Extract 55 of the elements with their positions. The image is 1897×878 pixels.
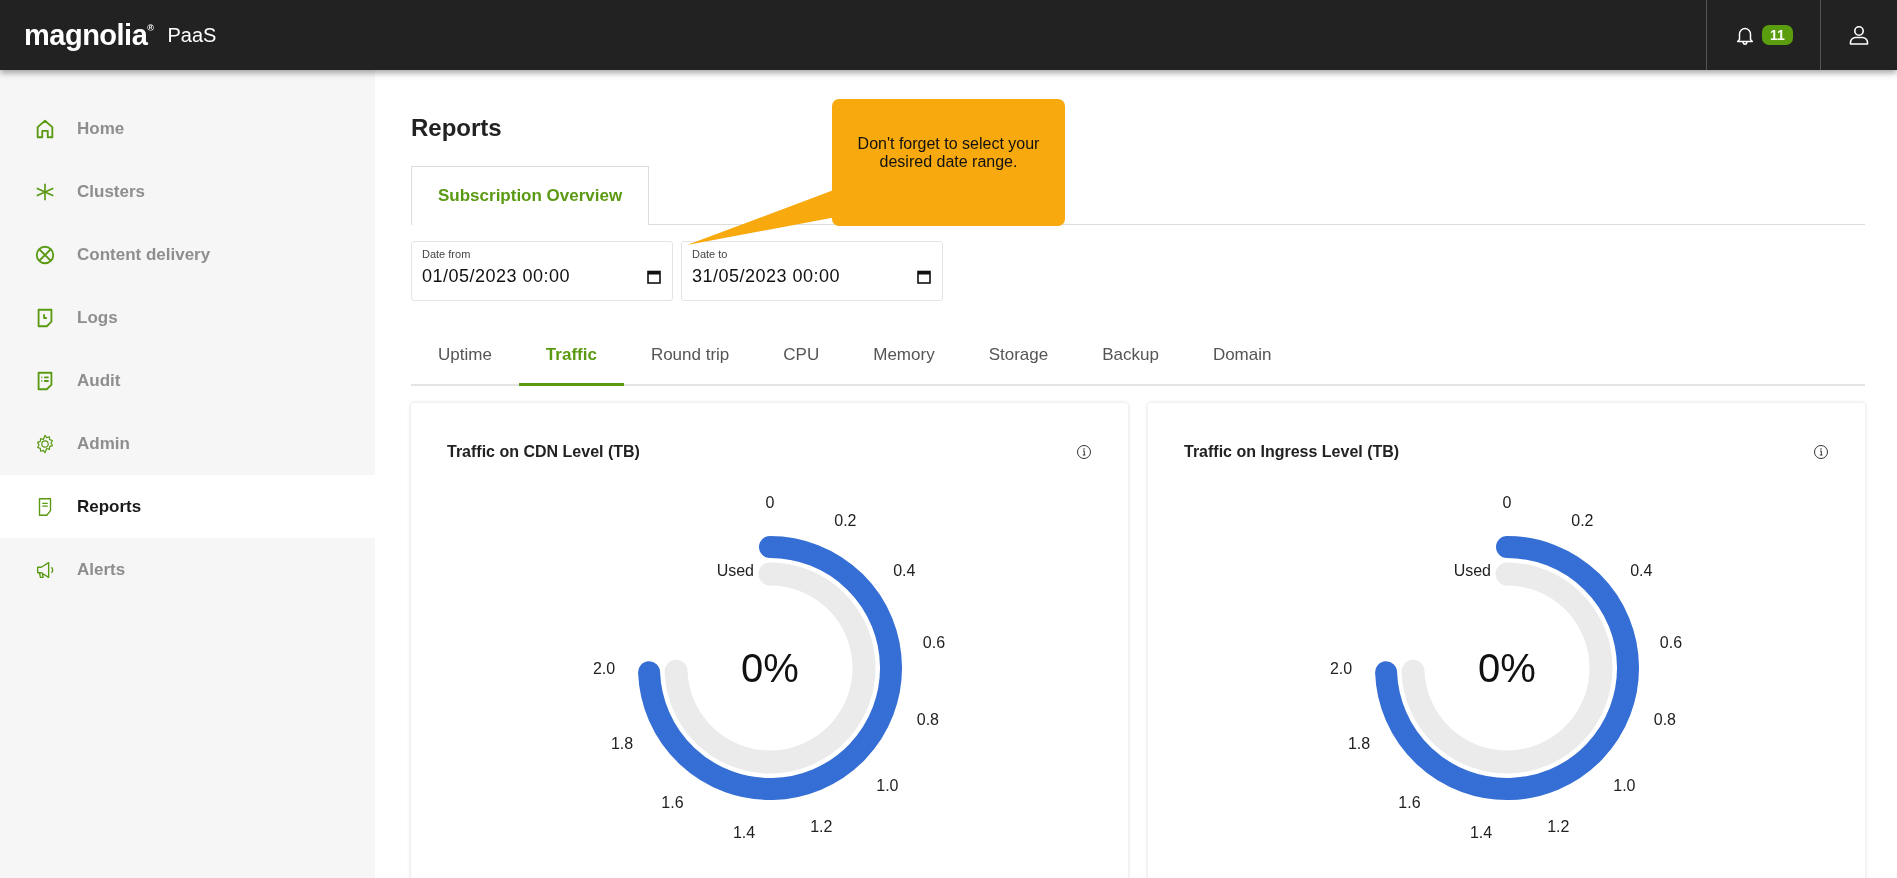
field-label: Date from	[422, 248, 471, 260]
metric-tab[interactable]: Uptime	[411, 327, 519, 386]
field-value: 31/05/2023 00:00	[692, 266, 841, 287]
home-icon	[34, 117, 56, 140]
tick-label: 0.6	[1659, 634, 1682, 652]
tick-label: 0	[1502, 494, 1511, 511]
percent-value: 0%	[740, 646, 799, 690]
metric-tab[interactable]: Round trip	[623, 327, 757, 386]
field-label: Date to	[692, 248, 728, 260]
product-name: PaaS	[167, 23, 217, 47]
percent-value: 0%	[1477, 646, 1536, 690]
tick-label: 0.8	[916, 711, 939, 729]
date-field[interactable]: Date from 01/05/2023 00:00	[411, 241, 673, 301]
user-icon	[1847, 23, 1871, 47]
tick-label: 0.8	[1653, 711, 1676, 729]
tick-label: 0.6	[922, 634, 945, 652]
tick-label: 1.8	[610, 735, 633, 753]
sidebar-item[interactable]: Reports	[0, 475, 375, 538]
notification-count: 11	[1762, 25, 1793, 45]
series-label: Used	[716, 562, 754, 579]
tick-label: 1.2	[809, 817, 832, 835]
globe-icon	[34, 243, 56, 266]
metric-tab[interactable]: Backup	[1075, 327, 1186, 386]
card-title: Traffic on Ingress Level (TB)	[1184, 443, 1400, 461]
calendar-icon[interactable]	[646, 268, 662, 285]
date-field[interactable]: Date to 31/05/2023 00:00	[681, 241, 943, 301]
tick-label: 0	[765, 494, 774, 511]
page-title: Reports	[411, 114, 503, 142]
tick-label: 1.2	[1546, 817, 1569, 835]
metric-tab[interactable]: CPU	[756, 327, 847, 386]
tick-label: 0.4	[892, 562, 915, 580]
series-label: Used	[1453, 562, 1491, 579]
info-icon[interactable]	[1813, 444, 1829, 460]
tick-label: 2.0	[1329, 660, 1352, 677]
tick-label: 1.0	[1612, 777, 1635, 795]
card-title: Traffic on CDN Level (TB)	[447, 443, 640, 461]
metric-tab[interactable]: Storage	[961, 327, 1076, 386]
logo[interactable]: magnolia$^{®}$	[24, 18, 154, 52]
info-icon[interactable]	[1076, 444, 1092, 460]
tick-label: 1.6	[660, 794, 684, 812]
tooltip: Don't forget to select your desired date range.	[832, 99, 1065, 226]
tick-label: 0.2	[1570, 512, 1593, 530]
metric-tab[interactable]: Domain	[1185, 327, 1299, 386]
metric-tab[interactable]: Memory	[846, 327, 962, 386]
tick-label: 2.0	[592, 660, 615, 677]
tick-label: 0.4	[1629, 562, 1652, 580]
tick-label: 1.0	[875, 777, 898, 795]
tick-label: 1.4	[1469, 823, 1492, 841]
calendar-icon[interactable]	[916, 268, 932, 285]
tick-label: 1.6	[1397, 794, 1421, 812]
settings-icon	[34, 432, 56, 455]
tick-label: 1.4	[732, 823, 755, 841]
tick-label: 0.2	[833, 512, 856, 530]
field-value: 01/05/2023 00:00	[422, 266, 571, 287]
tick-label: 1.8	[1347, 735, 1370, 753]
